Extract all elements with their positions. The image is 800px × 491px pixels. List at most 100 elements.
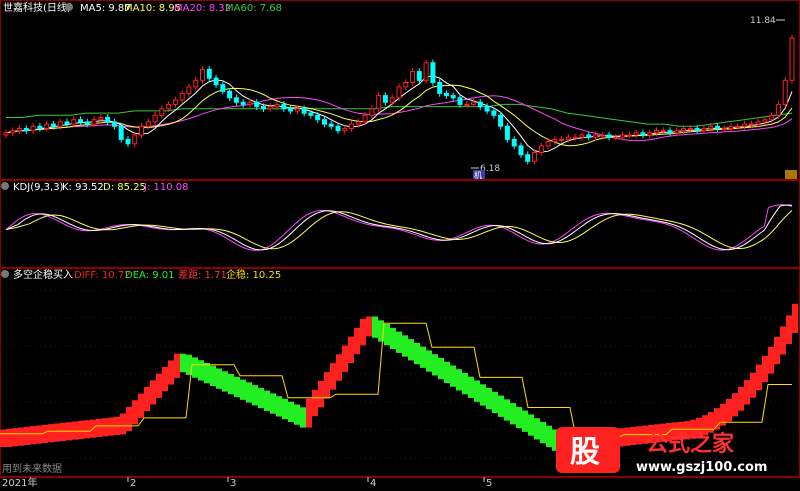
candle-body xyxy=(84,121,90,125)
candle-body xyxy=(159,108,165,116)
indicator-bar xyxy=(312,389,318,417)
indicator-bar xyxy=(414,342,420,365)
indicator-bar xyxy=(510,403,516,425)
candle-body xyxy=(172,99,178,105)
candle-body xyxy=(457,97,463,105)
ma20-label: MA20: 8.32 xyxy=(174,3,231,14)
indicator-bar xyxy=(12,428,18,447)
candle-body xyxy=(647,132,653,136)
candle-body xyxy=(139,125,144,136)
candle-body xyxy=(3,132,9,136)
indicator-bar xyxy=(24,426,30,445)
candle-body xyxy=(186,86,192,95)
kdj-settings-dot-icon[interactable] xyxy=(1,182,9,190)
candle-body xyxy=(430,62,436,83)
candle-body xyxy=(511,138,517,147)
indicator-bar xyxy=(210,365,216,386)
indicator-bar xyxy=(474,380,480,402)
candle-body xyxy=(626,134,632,137)
ma60-line xyxy=(6,103,793,127)
candle-body xyxy=(308,112,314,116)
indicator-diff-label: DIFF: 10.72 xyxy=(74,270,131,281)
candle-body xyxy=(328,123,334,127)
indicator-bar xyxy=(438,357,444,380)
candle-body xyxy=(667,130,673,134)
candle-body xyxy=(315,114,321,121)
watermark-url: www.gszj100.com xyxy=(636,460,767,475)
candle-body xyxy=(301,108,307,114)
indicator-bar xyxy=(270,393,276,414)
indicator-bar xyxy=(282,398,288,420)
indicator-bar xyxy=(78,420,84,439)
indicator-bar xyxy=(420,346,426,368)
candle-body xyxy=(715,125,720,130)
candle-body xyxy=(599,134,605,137)
indicator-bar xyxy=(462,373,468,395)
kdj-k-label: K: 93.52 xyxy=(62,182,104,193)
candle-body xyxy=(403,82,409,88)
indicator-bar xyxy=(264,390,270,411)
indicator-bar xyxy=(96,418,102,437)
indicator-bar xyxy=(450,365,456,387)
indicator-bar xyxy=(60,422,66,441)
candle-body xyxy=(586,134,592,138)
candle-body xyxy=(674,130,680,134)
candle-body xyxy=(396,86,402,99)
indicator-bar xyxy=(396,331,402,353)
indicator-bar xyxy=(0,429,6,447)
candle-body xyxy=(166,103,172,110)
indicator-bar xyxy=(774,336,780,365)
candle-body xyxy=(620,134,626,138)
candle-body xyxy=(538,145,544,153)
low-tag-label: 机 xyxy=(474,170,482,180)
indicator-bar xyxy=(762,356,768,383)
indicator-settings-dot-icon[interactable] xyxy=(1,270,9,278)
candle-body xyxy=(30,125,36,132)
candle-body xyxy=(64,121,70,125)
candle-body xyxy=(111,121,117,127)
candle-body xyxy=(233,97,239,103)
indicator-bar xyxy=(246,382,252,403)
indicator-bar xyxy=(30,426,36,445)
candle-body xyxy=(213,77,219,86)
candle-body xyxy=(762,119,768,123)
candle-body xyxy=(274,103,280,108)
candle-body xyxy=(288,108,294,112)
indicator-bar xyxy=(456,369,462,391)
candle-body xyxy=(322,119,327,125)
indicator-bar xyxy=(492,391,498,414)
candle-body xyxy=(593,134,598,138)
indicator-title: 多空企稳买入 xyxy=(13,268,73,281)
candle-body xyxy=(193,79,199,88)
indicator-bar xyxy=(744,380,750,405)
candle-body xyxy=(701,127,707,132)
indicator-bar xyxy=(408,339,414,361)
indicator-bar xyxy=(384,324,390,346)
candle-body xyxy=(742,123,748,127)
indicator-bar xyxy=(306,398,312,428)
indicator-bar xyxy=(540,421,546,444)
indicator-bar xyxy=(336,354,342,381)
indicator-bar xyxy=(234,376,240,398)
indicator-bar xyxy=(198,360,204,381)
settings-dot-icon[interactable] xyxy=(65,3,73,11)
ma10-label: MA10: 8.95 xyxy=(124,3,181,14)
candle-body xyxy=(376,95,382,110)
indicator-bar xyxy=(138,393,144,418)
candle-body xyxy=(423,62,429,81)
indicator-bar xyxy=(366,316,372,337)
candle-body xyxy=(450,95,456,99)
indicator-stable-label: 企稳: 10.25 xyxy=(226,268,281,281)
indicator-bar xyxy=(330,363,336,390)
candle-body xyxy=(261,106,266,110)
candle-body xyxy=(57,121,63,127)
candle-body xyxy=(782,79,788,105)
candle-body xyxy=(355,121,361,125)
indicator-bar xyxy=(636,426,642,445)
indicator-bar xyxy=(156,373,162,398)
indicator-bar xyxy=(174,353,180,378)
indicator-bar xyxy=(504,399,510,421)
indicator-bar xyxy=(480,384,486,406)
candle-body xyxy=(349,123,355,129)
candle-body xyxy=(342,127,348,132)
